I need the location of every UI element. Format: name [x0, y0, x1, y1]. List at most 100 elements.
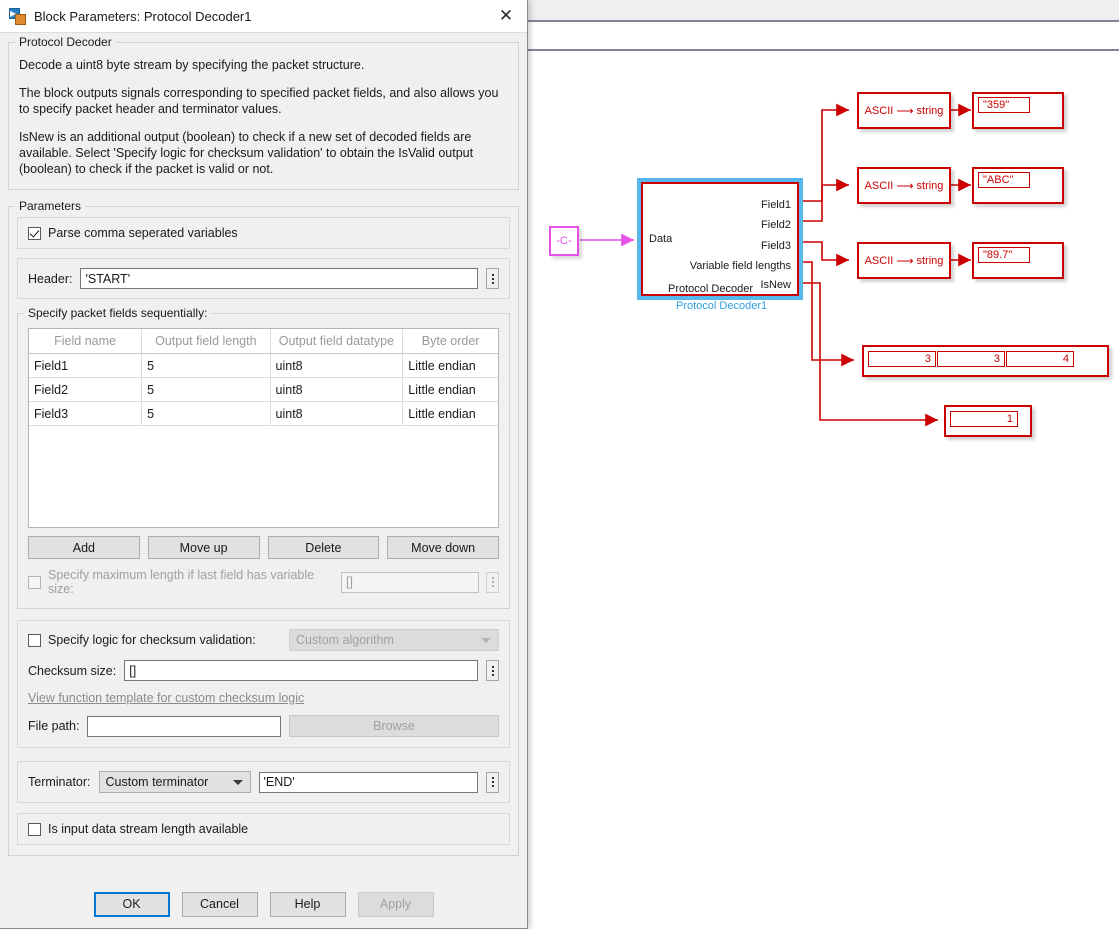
max-length-input[interactable] [341, 572, 479, 593]
stream-length-subgroup: Is input data stream length available [17, 813, 510, 845]
chevron-down-icon [481, 638, 491, 643]
parse-csv-row[interactable]: Parse comma seperated variables [18, 218, 509, 248]
table-row[interactable]: Field1 5 uint8 Little endian [29, 354, 498, 378]
display-block-field2[interactable]: "ABC" [972, 167, 1064, 204]
help-button[interactable]: Help [270, 892, 346, 917]
column-header-byte-order[interactable]: Byte order [403, 329, 498, 354]
display-value: 3 [868, 351, 936, 367]
cell-field-name[interactable]: Field2 [29, 378, 142, 402]
delete-button[interactable]: Delete [268, 536, 380, 559]
description-paragraph-3: IsNew is an additional output (boolean) … [19, 129, 508, 177]
display-block-field3[interactable]: "89.7" [972, 242, 1064, 279]
string-label-3: string [917, 255, 944, 267]
arrow-icon: ⟶ [896, 105, 913, 117]
header-subgroup: Header: [17, 258, 510, 299]
table-row[interactable]: Field2 5 uint8 Little endian [29, 378, 498, 402]
chevron-down-icon [233, 780, 243, 785]
checksum-size-row: Checksum size: [28, 651, 499, 681]
checksum-enable-checkbox[interactable] [28, 634, 41, 647]
display-value: 4 [1006, 351, 1074, 367]
display-block-field1[interactable]: "359" [972, 92, 1064, 129]
stream-length-label: Is input data stream length available [48, 822, 248, 836]
max-length-checkbox[interactable] [28, 576, 41, 589]
table-header-row: Field name Output field length Output fi… [29, 329, 498, 354]
cell-output-field-datatype[interactable]: uint8 [270, 378, 403, 402]
cell-output-field-length[interactable]: 5 [142, 378, 270, 402]
column-header-output-field-datatype[interactable]: Output field datatype [270, 329, 403, 354]
file-path-label: File path: [28, 719, 79, 733]
cell-output-field-datatype[interactable]: uint8 [270, 354, 403, 378]
packet-fields-table-wrapper[interactable]: Field name Output field length Output fi… [28, 328, 499, 528]
terminator-spinner-button[interactable] [486, 772, 499, 793]
checksum-algorithm-value: Custom algorithm [296, 633, 394, 647]
max-length-label: Specify maximum length if last field has… [48, 568, 334, 596]
ok-button[interactable]: OK [94, 892, 170, 917]
parse-csv-checkbox[interactable] [28, 227, 41, 240]
cell-output-field-length[interactable]: 5 [142, 354, 270, 378]
max-length-row: Specify maximum length if last field has… [28, 559, 499, 598]
cell-field-name[interactable]: Field1 [29, 354, 142, 378]
table-row[interactable]: Field3 5 uint8 Little endian [29, 402, 498, 426]
constant-block-label: -C- [556, 235, 571, 247]
column-header-output-field-length[interactable]: Output field length [142, 329, 270, 354]
browse-button[interactable]: Browse [289, 715, 499, 737]
port-label-variable-field-lengths: Variable field lengths [690, 260, 791, 272]
column-header-field-name[interactable]: Field name [29, 329, 142, 354]
checksum-algorithm-select[interactable]: Custom algorithm [289, 629, 499, 651]
checksum-size-label: Checksum size: [28, 664, 116, 678]
stream-length-row[interactable]: Is input data stream length available [18, 814, 509, 844]
apply-button[interactable]: Apply [358, 892, 434, 917]
ascii-label-2: ASCII [865, 180, 894, 192]
ascii-to-string-block-1[interactable]: ASCII ⟶ string [857, 92, 951, 129]
port-label-field2: Field2 [761, 219, 791, 231]
checksum-subgroup: Specify logic for checksum validation: C… [17, 620, 510, 748]
arrow-icon: ⟶ [896, 180, 913, 192]
packet-fields-button-row: Add Move up Delete Move down [28, 528, 499, 559]
stream-length-checkbox[interactable] [28, 823, 41, 836]
terminator-mode-value: Custom terminator [106, 775, 209, 789]
packet-fields-group: Specify packet fields sequentially: Fiel… [17, 313, 510, 609]
cell-byte-order[interactable]: Little endian [403, 402, 498, 426]
cell-byte-order[interactable]: Little endian [403, 378, 498, 402]
protocol-decoder-block[interactable]: Data Field1 Field2 Field3 Variable field… [637, 178, 803, 300]
ascii-to-string-block-3[interactable]: ASCII ⟶ string [857, 242, 951, 279]
dialog-footer: OK Cancel Help Apply [0, 880, 527, 928]
checksum-template-link-row: View function template for custom checks… [28, 681, 499, 707]
decoder-inner-label: Protocol Decoder [668, 283, 753, 295]
terminator-input[interactable] [259, 772, 478, 793]
display-block-variable-field-lengths[interactable]: 3 3 4 [862, 345, 1109, 377]
display-block-isnew[interactable]: 1 [944, 405, 1032, 437]
terminator-row: Terminator: Custom terminator [18, 762, 509, 802]
constant-block[interactable]: -C- [549, 226, 579, 256]
ascii-label-3: ASCII [865, 255, 894, 267]
port-label-field3: Field3 [761, 240, 791, 252]
screen: -C- Data Field1 Field2 Field3 Variable f… [0, 0, 1119, 929]
parameters-group: Parameters Parse comma seperated variabl… [8, 206, 519, 856]
cell-output-field-length[interactable]: 5 [142, 402, 270, 426]
display-value: "359" [978, 97, 1030, 113]
protocol-decoder-block-name: Protocol Decoder1 [676, 300, 767, 312]
ascii-to-string-block-2[interactable]: ASCII ⟶ string [857, 167, 951, 204]
move-up-button[interactable]: Move up [148, 536, 260, 559]
checksum-size-spinner-button[interactable] [486, 660, 499, 681]
cell-field-name[interactable]: Field3 [29, 402, 142, 426]
close-icon[interactable]: ✕ [485, 1, 527, 32]
move-down-button[interactable]: Move down [387, 536, 499, 559]
simulink-block-icon: ▶ [9, 8, 26, 25]
header-spinner-button[interactable] [486, 268, 499, 289]
port-label-isnew: IsNew [760, 279, 791, 291]
file-path-row: File path: Browse [28, 707, 499, 737]
add-button[interactable]: Add [28, 536, 140, 559]
file-path-input[interactable] [87, 716, 281, 737]
checksum-template-link[interactable]: View function template for custom checks… [28, 691, 304, 705]
display-value: 1 [950, 411, 1018, 427]
max-length-spinner-button[interactable] [486, 572, 499, 593]
header-label: Header: [28, 272, 72, 286]
cancel-button[interactable]: Cancel [182, 892, 258, 917]
cell-byte-order[interactable]: Little endian [403, 354, 498, 378]
checksum-size-input[interactable] [124, 660, 478, 681]
terminator-mode-select[interactable]: Custom terminator [99, 771, 251, 793]
header-input[interactable] [80, 268, 478, 289]
checksum-enable-row: Specify logic for checksum validation: C… [28, 629, 499, 651]
cell-output-field-datatype[interactable]: uint8 [270, 402, 403, 426]
